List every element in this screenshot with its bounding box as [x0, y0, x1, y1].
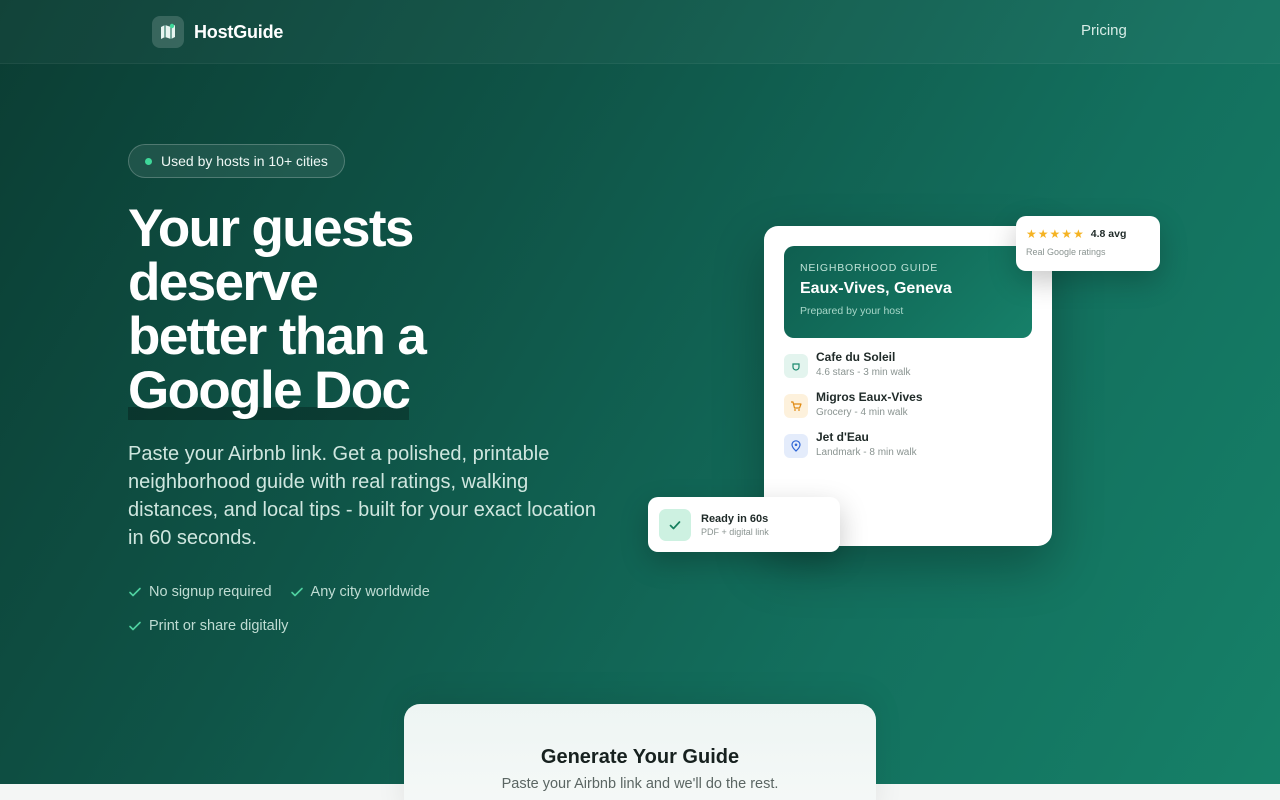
top-navbar: HostGuide Pricing [0, 0, 1280, 64]
cart-icon [784, 394, 808, 418]
guide-place-list: Cafe du Soleil 4.6 stars - 3 min walk Mi… [784, 350, 1032, 470]
ready-note: PDF + digital link [701, 526, 769, 537]
hero-title: Your guests deserve better than a Google… [128, 199, 588, 420]
feature-check-label: Print or share digitally [149, 618, 289, 634]
place-name: Cafe du Soleil [816, 350, 896, 364]
feature-check-item: Any city worldwide [290, 584, 430, 600]
social-proof-badge: Used by hosts in 10+ cities [128, 144, 345, 178]
place-name: Migros Eaux-Vives [816, 390, 923, 404]
rating-note: Real Google ratings [1026, 247, 1106, 257]
guide-preview-header: NEIGHBORHOOD GUIDE Eaux-Vives, Geneva Pr… [784, 246, 1032, 338]
nav-pricing-link[interactable]: Pricing [1081, 22, 1127, 39]
star-rating-icon: ★★★★★ [1026, 227, 1085, 241]
brand-name: HostGuide [194, 21, 284, 42]
feature-check-item: No signup required [128, 584, 272, 600]
feature-check-item: Print or share digitally [128, 618, 288, 634]
hero-title-line: better than a [128, 307, 427, 366]
guide-note: Prepared by your host [800, 305, 904, 317]
list-item: Migros Eaux-Vives Grocery - 4 min walk [784, 390, 1032, 430]
checkmark-icon [659, 508, 691, 541]
brand-logo[interactable]: HostGuide [152, 16, 283, 48]
check-icon [290, 587, 303, 597]
place-meta: Grocery - 4 min walk [816, 407, 908, 418]
place-meta: 4.6 stars - 3 min walk [816, 367, 911, 378]
ready-card: Ready in 60s PDF + digital link [648, 497, 840, 552]
hero-title-line: deserve [128, 253, 319, 312]
hero-subtitle: Paste your Airbnb link. Get a polished, … [128, 443, 597, 549]
pin-icon [784, 434, 808, 458]
hero-title-highlight: Google Doc [128, 361, 411, 420]
rating-card: ★★★★★ 4.8 avg Real Google ratings [1016, 216, 1160, 271]
map-icon [152, 16, 184, 48]
badge-text: Used by hosts in 10+ cities [161, 153, 328, 169]
generate-subtitle: Paste your Airbnb link and we'll do the … [501, 776, 779, 792]
hero-title-line: Your guests [128, 199, 414, 258]
list-item: Jet d'Eau Landmark - 8 min walk [784, 430, 1032, 470]
place-name: Jet d'Eau [816, 430, 869, 444]
list-item: Cafe du Soleil 4.6 stars - 3 min walk [784, 350, 1032, 390]
check-icon [129, 587, 141, 597]
generate-guide-panel: Generate Your Guide Paste your Airbnb li… [404, 704, 876, 800]
guide-location-title: Eaux-Vives, Geneva [800, 280, 952, 297]
feature-check-label: No signup required [149, 584, 272, 600]
place-meta: Landmark - 8 min walk [816, 447, 917, 458]
feature-check-label: Any city worldwide [310, 584, 430, 600]
check-icon [129, 621, 141, 631]
feature-checklist: No signup required Any city worldwide Pr… [128, 584, 548, 652]
status-dot-icon [145, 157, 152, 165]
cup-icon [784, 354, 808, 378]
rating-average: 4.8 avg [1090, 228, 1127, 240]
guide-kicker: NEIGHBORHOOD GUIDE [800, 262, 939, 274]
generate-title: Generate Your Guide [540, 746, 740, 768]
ready-title: Ready in 60s [701, 512, 769, 525]
